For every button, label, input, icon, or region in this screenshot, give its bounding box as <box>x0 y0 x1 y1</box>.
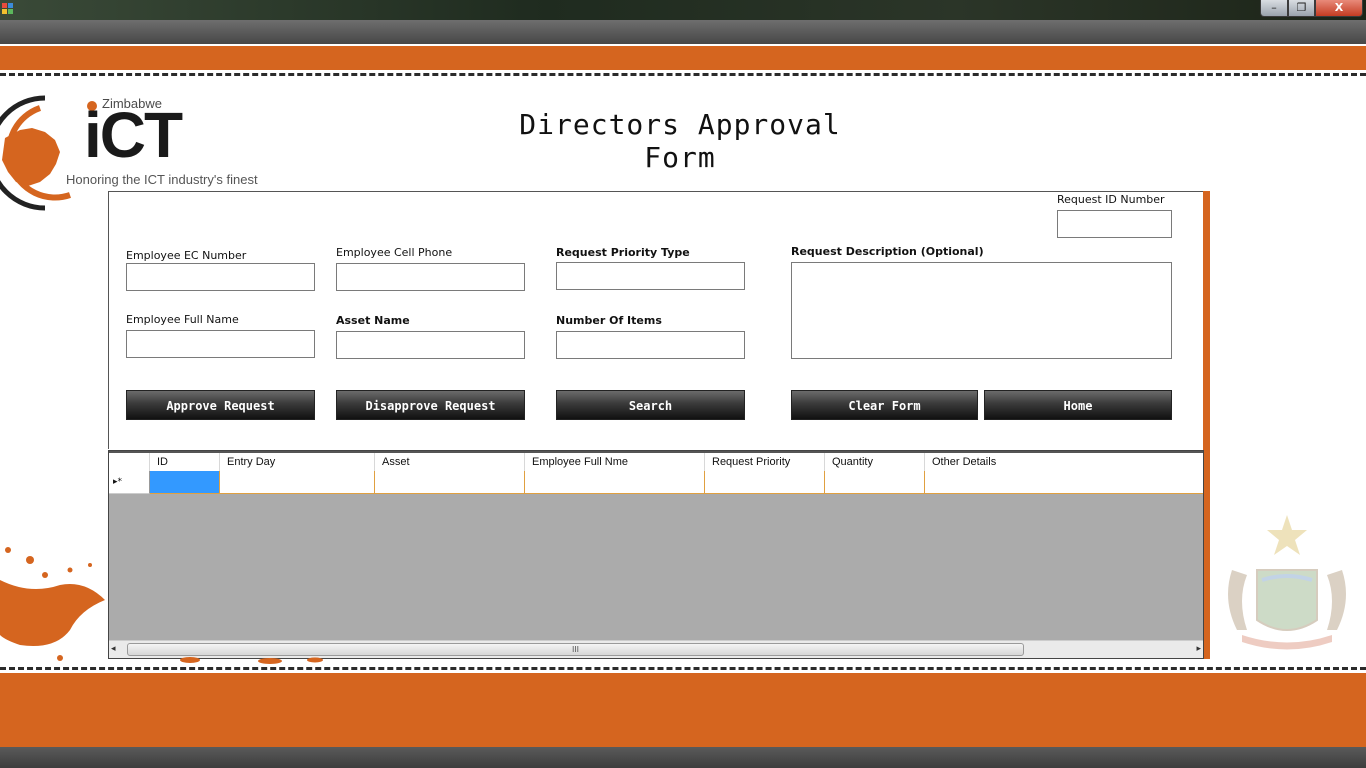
cell-other-details[interactable] <box>925 471 1203 494</box>
ec-number-input[interactable] <box>126 263 315 291</box>
maximize-button[interactable]: ❐ <box>1288 0 1315 17</box>
grid-new-row[interactable]: ▸* <box>109 471 1203 494</box>
grid-corner-header[interactable] <box>109 453 150 471</box>
search-button[interactable]: Search <box>556 390 745 420</box>
full-name-label: Employee Full Name <box>126 313 239 326</box>
description-textarea[interactable] <box>791 262 1172 359</box>
coat-of-arms-watermark <box>1228 515 1346 650</box>
num-items-input[interactable] <box>556 331 745 359</box>
priority-type-input[interactable] <box>556 262 745 290</box>
window-title-bar <box>0 0 1366 20</box>
priority-type-label: Request Priority Type <box>556 246 690 259</box>
column-header-other-details[interactable]: Other Details <box>925 453 1203 471</box>
new-row-indicator[interactable]: ▸* <box>109 471 150 494</box>
column-header-employee-full-name[interactable]: Employee Full Nme <box>525 453 705 471</box>
header-gray-band <box>0 20 1366 44</box>
column-header-asset[interactable]: Asset <box>375 453 525 471</box>
footer-orange-band <box>0 673 1366 747</box>
request-id-input[interactable] <box>1057 210 1172 238</box>
column-header-request-priority[interactable]: Request Priority <box>705 453 825 471</box>
logo-brand-text: iCT <box>84 99 183 171</box>
request-id-label: Request ID Number <box>1057 193 1165 206</box>
logo-tagline: Honoring the ICT industry's finest <box>66 172 258 187</box>
close-button[interactable]: X <box>1315 0 1363 17</box>
column-header-entry-day[interactable]: Entry Day <box>220 453 375 471</box>
cell-phone-input[interactable] <box>336 263 525 291</box>
scroll-right-arrow-icon[interactable]: ▸ <box>1196 644 1201 654</box>
cell-phone-label: Employee Cell Phone <box>336 246 453 259</box>
full-name-input[interactable] <box>126 330 315 358</box>
dashed-divider-bottom <box>0 667 1366 670</box>
cell-employee-full-name[interactable] <box>525 471 705 494</box>
cell-asset[interactable] <box>375 471 525 494</box>
description-label: Request Description (Optional) <box>791 245 984 258</box>
approve-request-button[interactable]: Approve Request <box>126 390 315 420</box>
orange-splash-decoration <box>0 547 323 664</box>
taskbar <box>0 747 1366 768</box>
page-title: Directors Approval Form <box>519 108 841 174</box>
asset-name-label: Asset Name <box>336 314 410 327</box>
cell-entry-day[interactable] <box>220 471 375 494</box>
accent-side-bar <box>1203 191 1210 659</box>
clear-form-button[interactable]: Clear Form <box>791 390 978 420</box>
num-items-label: Number Of Items <box>556 314 662 327</box>
cell-id[interactable] <box>150 471 220 494</box>
dashed-divider-top <box>0 73 1366 76</box>
column-header-quantity[interactable]: Quantity <box>825 453 925 471</box>
minimize-button[interactable]: – <box>1260 0 1288 17</box>
home-button[interactable]: Home <box>984 390 1172 420</box>
cell-quantity[interactable] <box>825 471 925 494</box>
ec-number-label: Employee EC Number <box>126 249 247 262</box>
disapprove-request-button[interactable]: Disapprove Request <box>336 390 525 420</box>
cell-request-priority[interactable] <box>705 471 825 494</box>
header-orange-band <box>0 44 1366 70</box>
column-header-id[interactable]: ID <box>150 453 220 471</box>
grid-header-row: ID Entry Day Asset Employee Full Nme Req… <box>109 451 1203 471</box>
asset-name-input[interactable] <box>336 331 525 359</box>
app-icon[interactable] <box>2 3 14 15</box>
